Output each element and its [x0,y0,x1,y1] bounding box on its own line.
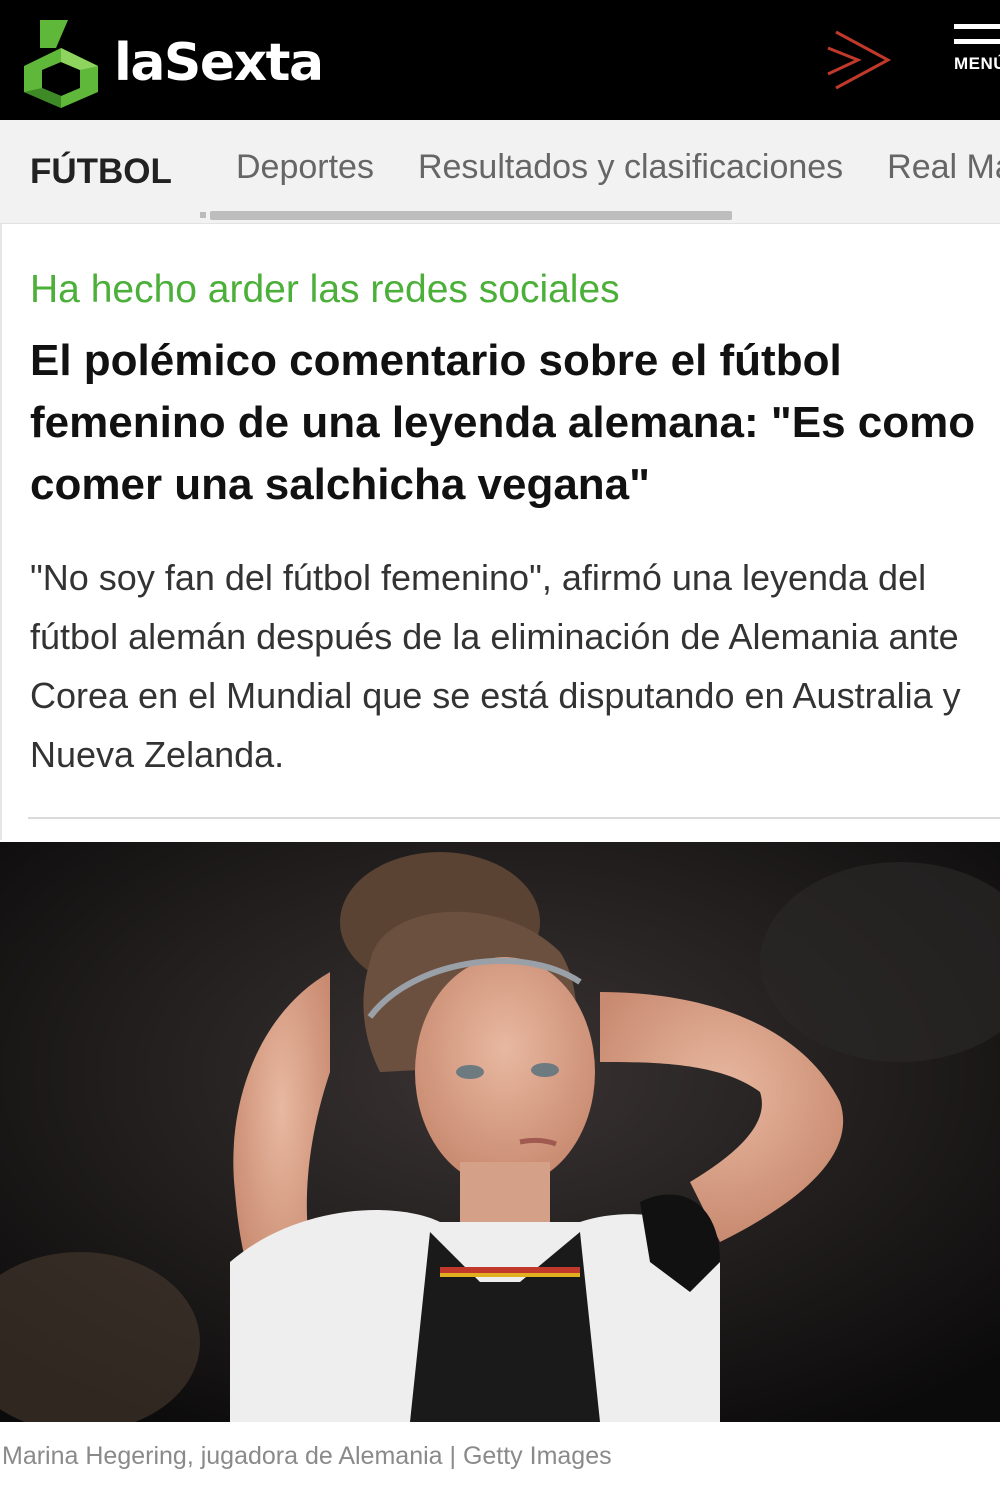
article-photo[interactable] [0,842,1000,1422]
scroll-left-arrow[interactable] [200,212,206,218]
logo-wordmark: laSexta [114,33,324,93]
nav-link-resultados[interactable]: Resultados y clasificaciones [418,148,843,187]
content-border [0,224,2,840]
site-header: laSexta MENÚ [0,0,1000,120]
menu-label: MENÚ [954,54,1000,73]
lasexta-logo-icon [24,20,98,108]
section-links: Deportes Resultados y clasificaciones Re… [236,148,1000,187]
hamburger-menu-icon [954,24,1000,44]
section-nav: FÚTBOL Deportes Resultados y clasificaci… [0,120,1000,224]
site-logo[interactable]: laSexta [22,18,324,108]
player-photo-illustration [0,842,1000,1422]
article-kicker: Ha hecho arder las redes sociales [30,268,620,311]
article-headline: El polémico comentario sobre el fútbol f… [30,336,976,509]
section-title[interactable]: FÚTBOL [30,152,172,192]
horizontal-scrollbar[interactable] [210,211,732,220]
photo-caption: Marina Hegering, jugadora de Alemania | … [2,1442,612,1470]
nav-link-real-madrid[interactable]: Real Madrid [887,148,1000,187]
article-lead: "No soy fan del fútbol femenino", afirmó… [30,557,961,775]
menu-button[interactable]: MENÚ [954,24,1000,104]
divider [28,817,1000,819]
nav-link-deportes[interactable]: Deportes [236,148,374,187]
play-arrow-icon[interactable] [822,26,894,92]
